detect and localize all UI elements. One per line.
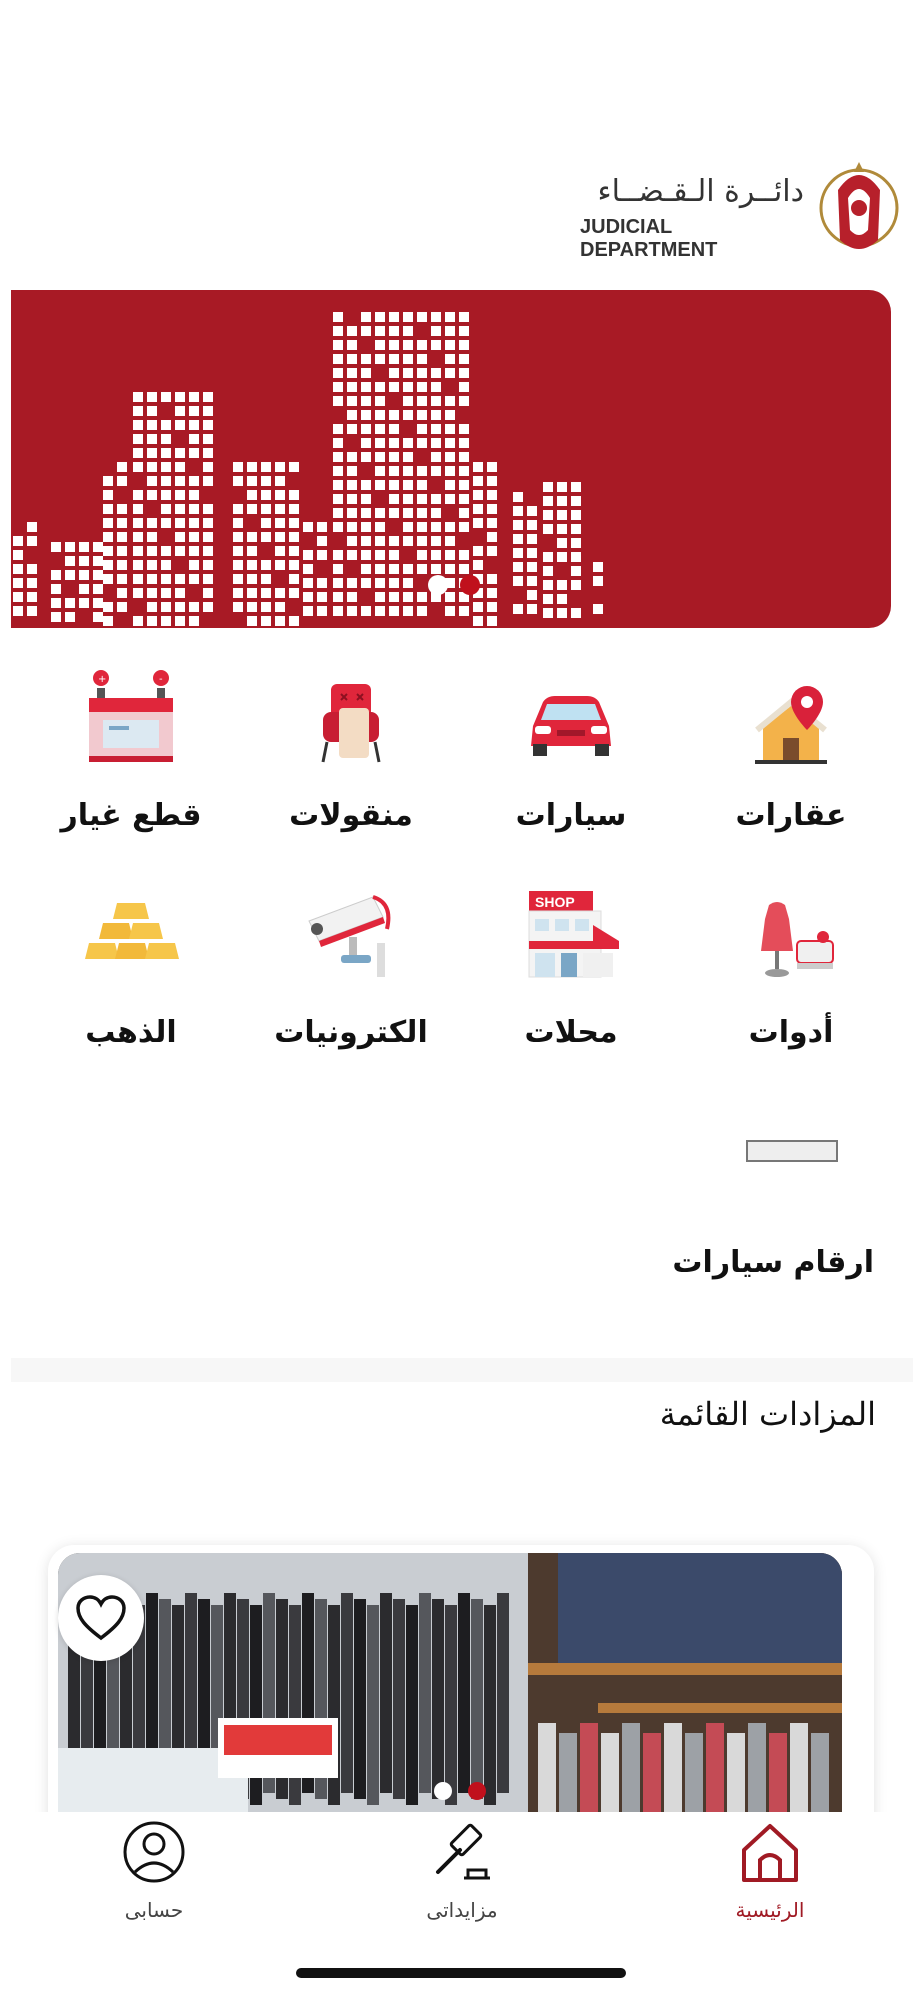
cctv-camera-icon: [308, 895, 391, 977]
nav-label: مزايداتى: [426, 1898, 498, 1922]
nav-label: حسابى: [124, 1898, 184, 1922]
category-movables[interactable]: منقولات: [261, 668, 441, 868]
category-label: سيارات: [515, 798, 627, 833]
judicial-department-logo: دائــرة الـقـضــاء JUDICIAL DEPARTMENT: [580, 150, 900, 270]
card-image-pagination: [434, 1782, 486, 1800]
svg-text:-: -: [159, 674, 163, 685]
category-label: الذهب: [85, 1015, 177, 1050]
category-label: الكترونيات: [274, 1015, 428, 1050]
category-label: محلات: [524, 1015, 618, 1050]
category-shops[interactable]: SHOP محلات: [481, 885, 661, 1085]
category-label: قطع غيار: [60, 798, 202, 833]
gold-bars-icon: [85, 903, 179, 959]
logo-english-text: JUDICIAL DEPARTMENT: [580, 216, 718, 261]
category-car-plates-label[interactable]: ارقام سيارات: [672, 1245, 874, 1280]
furniture-icon: [321, 684, 381, 763]
nav-home[interactable]: الرئيسية: [670, 1812, 870, 1932]
category-tools[interactable]: أدوات: [701, 885, 881, 1085]
section-title-current-auctions: المزادات القائمة: [659, 1395, 876, 1433]
category-cars[interactable]: سيارات: [481, 668, 661, 868]
logo-arabic-text: دائــرة الـقـضــاء: [597, 174, 804, 209]
category-label: عقارات: [735, 798, 847, 833]
category-spare-parts[interactable]: + - قطع غيار: [41, 668, 221, 868]
tools-dress-sewing-icon: [761, 902, 834, 977]
nav-account[interactable]: حسابى: [54, 1812, 254, 1932]
gavel-icon: [436, 1823, 490, 1880]
nav-my-bids[interactable]: مزايداتى: [362, 1812, 562, 1932]
license-plate-icon[interactable]: [746, 1140, 838, 1162]
shop-icon: SHOP: [528, 891, 619, 978]
category-label: أدوات: [748, 1015, 834, 1050]
banner-dot-2[interactable]: [460, 575, 480, 595]
category-real-estate[interactable]: عقارات: [701, 668, 881, 868]
home-indicator: [296, 1968, 626, 1978]
svg-text:SHOP: SHOP: [535, 894, 575, 910]
favorite-button[interactable]: [58, 1575, 144, 1661]
category-gold[interactable]: الذهب: [41, 885, 221, 1085]
home-icon: [742, 1824, 798, 1882]
heart-icon: [76, 1595, 126, 1641]
banner-dot-1[interactable]: [428, 575, 448, 595]
category-electronics[interactable]: الكترونيات: [261, 885, 441, 1085]
svg-text:+: +: [98, 674, 106, 685]
user-icon: [123, 1821, 185, 1883]
banner-pagination: [428, 575, 480, 595]
car-icon: [531, 696, 611, 756]
nav-label: الرئيسية: [735, 1898, 805, 1922]
section-divider: [11, 1358, 913, 1382]
card-dot-2[interactable]: [468, 1782, 486, 1800]
falcon-emblem-icon: [819, 162, 899, 249]
house-location-icon: [755, 686, 827, 764]
car-battery-icon: + -: [89, 670, 173, 762]
card-dot-1[interactable]: [434, 1782, 452, 1800]
category-label: منقولات: [289, 798, 413, 833]
